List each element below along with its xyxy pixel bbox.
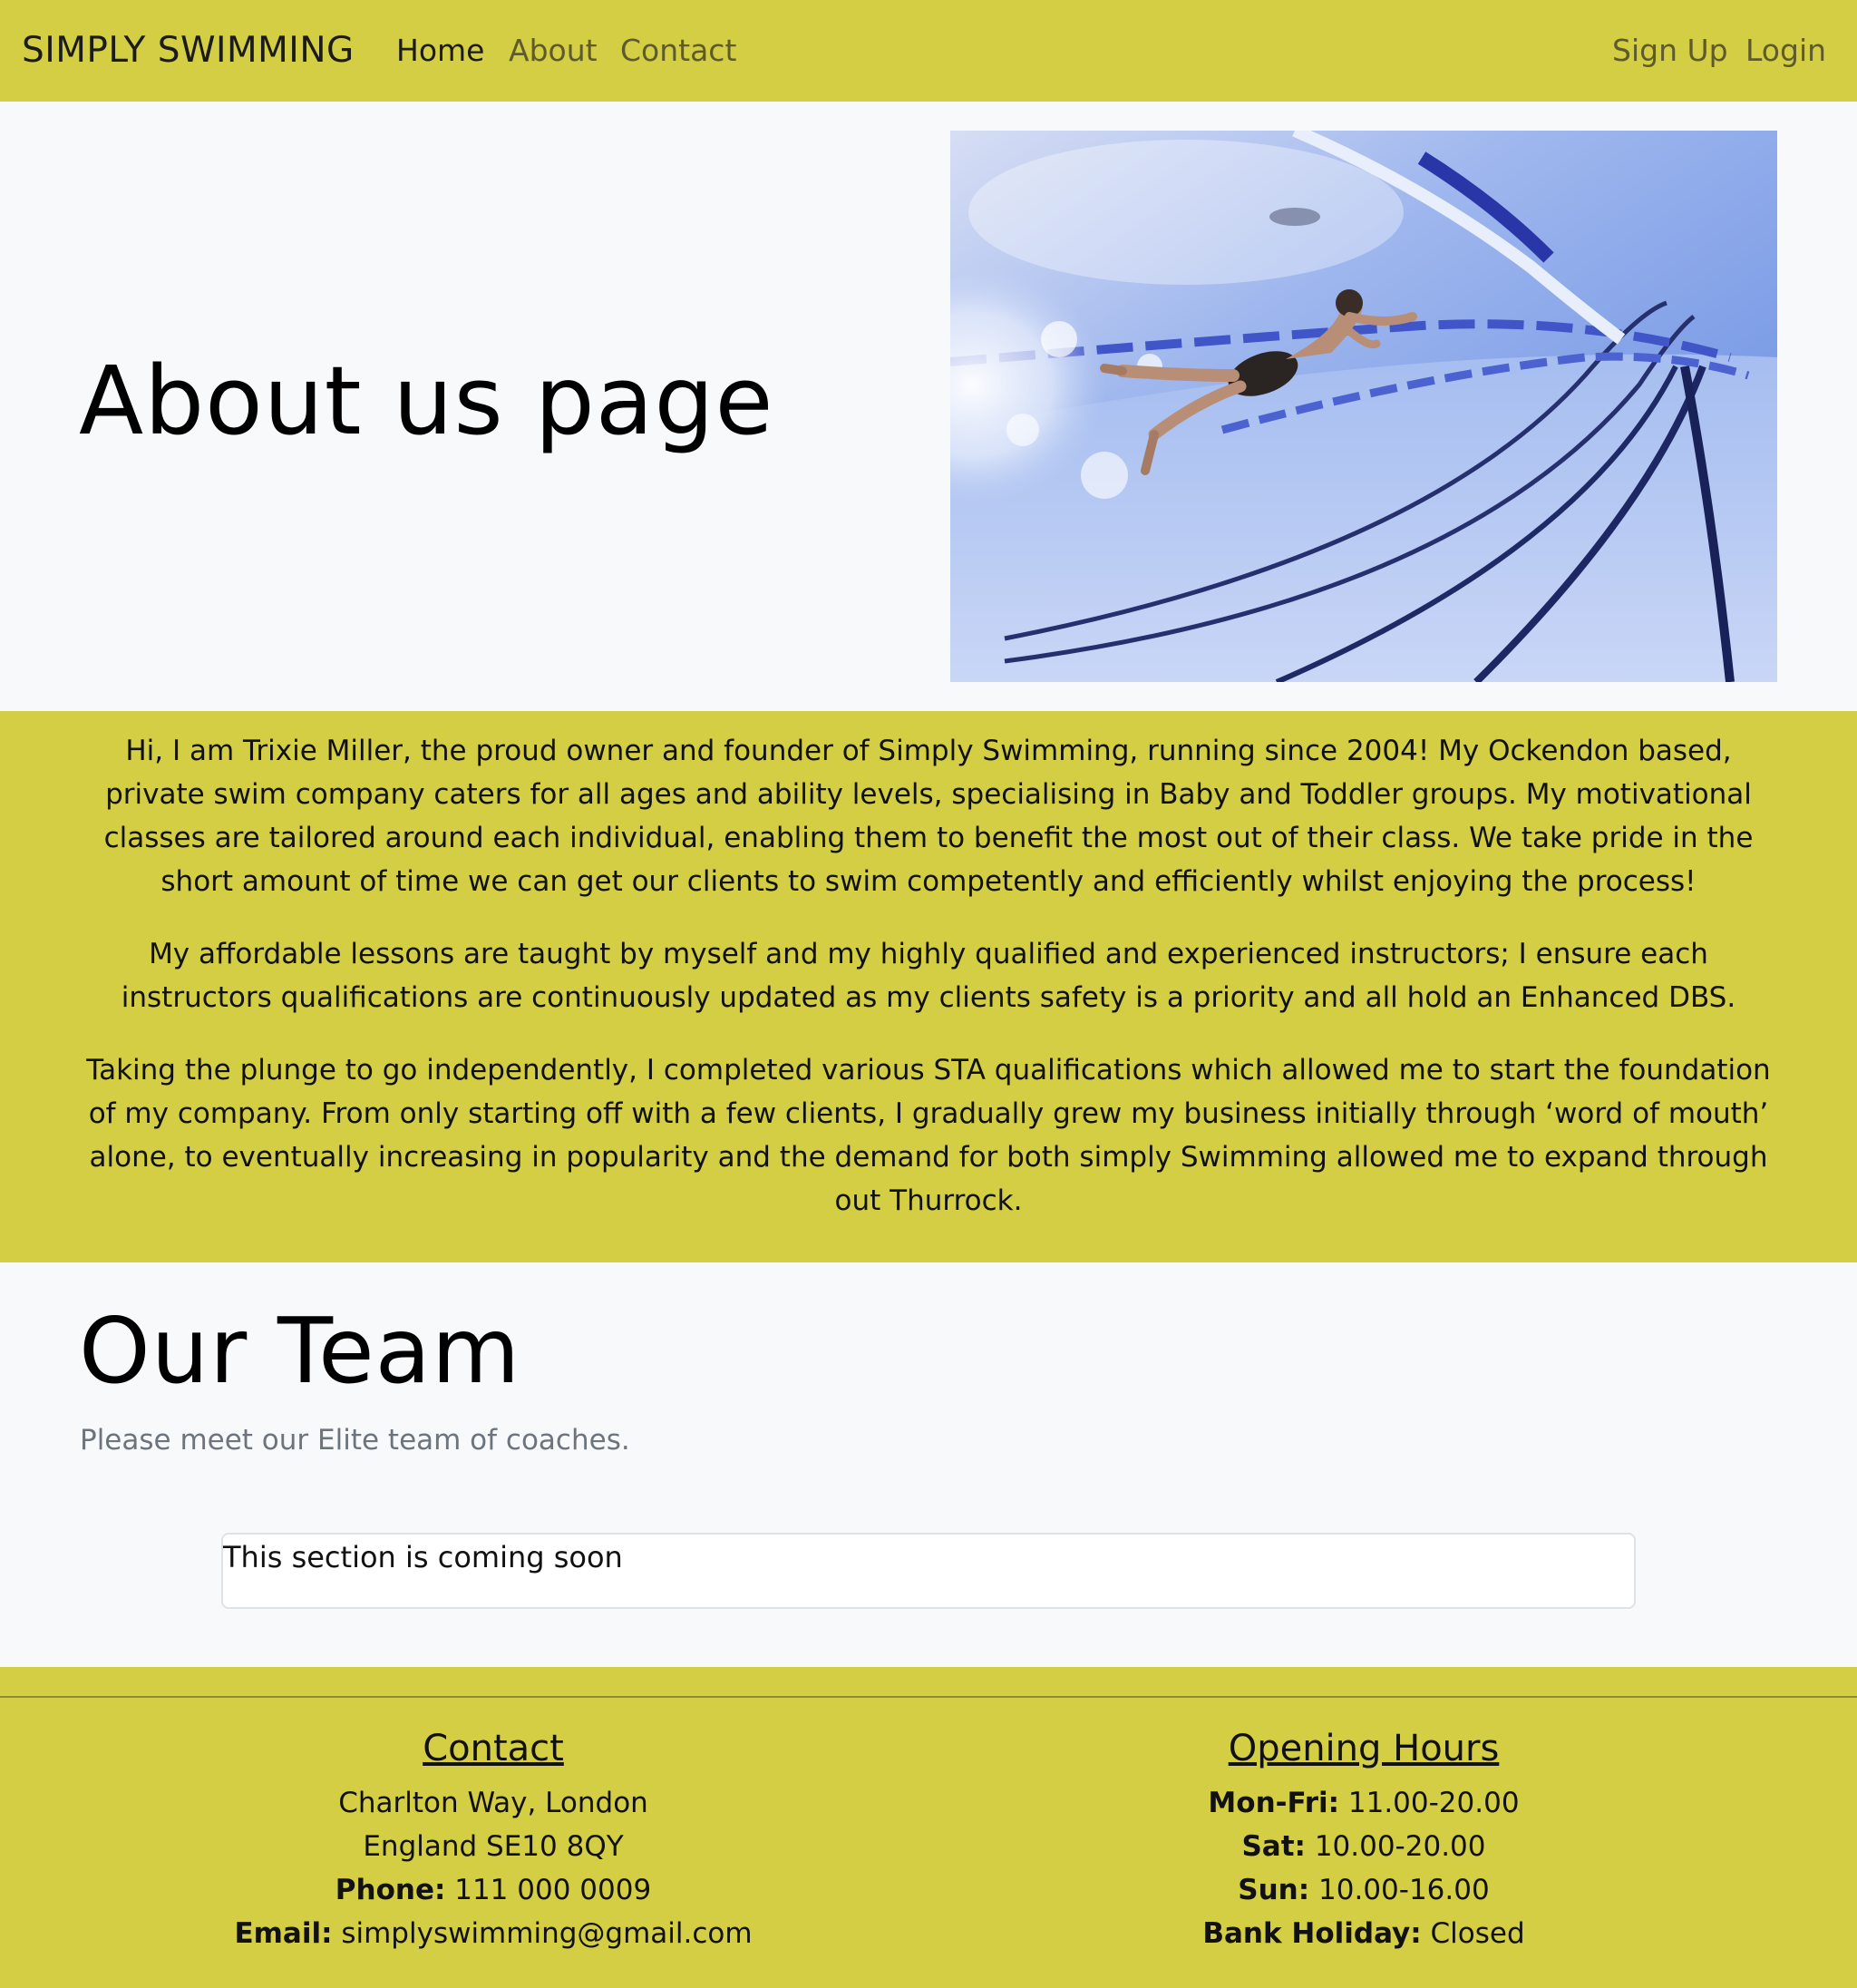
brand-link[interactable]: SIMPLY SWIMMING (22, 25, 355, 76)
coming-soon-card: This section is coming soon (221, 1533, 1636, 1609)
team-section: Our Team Please meet our Elite team of c… (0, 1262, 1857, 1667)
hours-value: 10.00-16.00 (1318, 1874, 1490, 1906)
hours-row: Mon-Fri: 11.00-20.00 (1092, 1781, 1636, 1825)
nav-home-link[interactable]: Home (396, 25, 484, 76)
hero-section: About us page (0, 102, 1857, 711)
team-title: Our Team (79, 1298, 521, 1404)
about-paragraph: My affordable lessons are taught by myse… (121, 938, 1736, 1014)
footer-opening-hours: Opening Hours Mon-Fri: 11.00-20.00 Sat: … (1092, 1721, 1636, 1955)
nav-about-link[interactable]: About (509, 25, 598, 76)
team-lead-text: Please meet our Elite team of coaches. (80, 1424, 630, 1457)
hours-row: Sun: 10.00-16.00 (1092, 1868, 1636, 1912)
hours-row: Sat: 10.00-20.00 (1092, 1825, 1636, 1868)
about-paragraph: Taking the plunge to go independently, I… (86, 1054, 1771, 1217)
nav-signup-link[interactable]: Sign Up (1612, 25, 1728, 76)
swimmer-photo (950, 131, 1777, 682)
about-paragraph: Hi, I am Trixie Miller, the proud owner … (103, 735, 1754, 898)
hours-label: Bank Holiday: (1202, 1917, 1422, 1950)
address-line-2: England SE10 8QY (363, 1830, 624, 1863)
footer-hours-heading: Opening Hours (1228, 1728, 1500, 1769)
phone-line: Phone: 111 000 0009 (221, 1868, 765, 1912)
footer-contact: Contact Charlton Way, London England SE1… (221, 1721, 765, 1955)
footer-contact-heading: Contact (423, 1728, 564, 1769)
email-value[interactable]: simplyswimming@gmail.com (341, 1917, 752, 1950)
phone-label: Phone: (335, 1874, 446, 1906)
coming-soon-text: This section is coming soon (223, 1540, 623, 1574)
page-title: About us page (79, 346, 774, 456)
email-line: Email: simplyswimming@gmail.com (221, 1912, 765, 1955)
hours-label: Sat: (1241, 1830, 1306, 1863)
hours-label: Sun: (1238, 1874, 1310, 1906)
hours-value: 10.00-20.00 (1314, 1830, 1486, 1863)
navbar: SIMPLY SWIMMING Home About Contact Sign … (0, 0, 1857, 102)
hours-value: Closed (1430, 1917, 1525, 1950)
hours-row: Bank Holiday: Closed (1092, 1912, 1636, 1955)
footer-divider (0, 1696, 1857, 1698)
address-line-1: Charlton Way, London (338, 1787, 648, 1819)
footer: Contact Charlton Way, London England SE1… (0, 1667, 1857, 1988)
nav-login-link[interactable]: Login (1745, 25, 1826, 76)
hours-value: 11.00-20.00 (1347, 1787, 1520, 1819)
nav-contact-link[interactable]: Contact (620, 25, 736, 76)
email-label: Email: (234, 1917, 333, 1950)
phone-value[interactable]: 111 000 0009 (454, 1874, 651, 1906)
hours-label: Mon-Fri: (1208, 1787, 1340, 1819)
about-section: Hi, I am Trixie Miller, the proud owner … (0, 711, 1857, 1262)
